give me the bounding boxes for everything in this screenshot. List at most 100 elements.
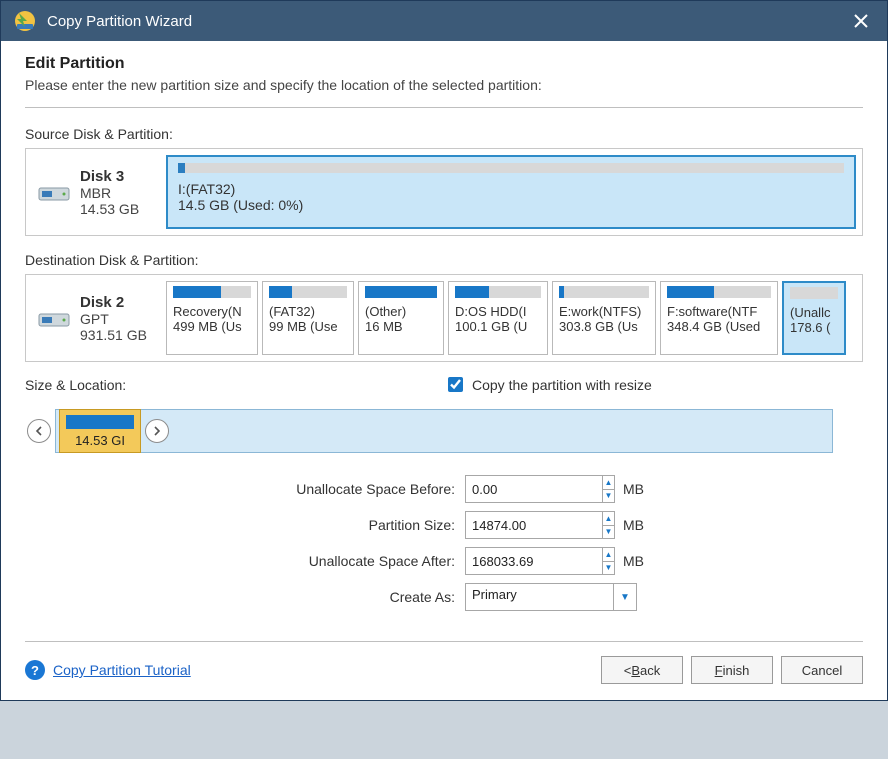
unalloc-before-field[interactable] (466, 476, 602, 502)
disk-icon (38, 180, 70, 204)
divider (25, 107, 863, 108)
partition-usage-bar (269, 286, 347, 298)
partition-usage-used (455, 286, 489, 298)
content-area: Edit Partition Please enter the new part… (1, 41, 887, 700)
slider-left-button[interactable] (27, 419, 51, 443)
copy-resize-input[interactable] (448, 377, 463, 392)
partition-size-field[interactable] (466, 512, 602, 538)
partition-size: 16 MB (365, 319, 437, 334)
destination-disk-name: Disk 2 (80, 294, 147, 311)
slider-right-button[interactable] (145, 419, 169, 443)
partition-label: D:OS HDD(I (455, 304, 541, 319)
partition-usage-used (667, 286, 714, 298)
source-partition-size: 14.5 GB (Used: 0%) (178, 197, 844, 213)
copy-resize-checkbox[interactable]: Copy the partition with resize (444, 374, 652, 395)
source-usage-used (178, 163, 185, 173)
source-label: Source Disk & Partition: (25, 126, 863, 142)
partition-label: (Other) (365, 304, 437, 319)
form-rows: Unallocate Space Before: ▲ ▼ MB Partitio… (25, 475, 863, 611)
unalloc-before-input[interactable]: ▲ ▼ (465, 475, 615, 503)
partition-usage-bar (455, 286, 541, 298)
destination-partition[interactable]: F:software(NTF348.4 GB (Used (660, 281, 778, 355)
destination-label: Destination Disk & Partition: (25, 252, 863, 268)
partition-label: (Unallc (790, 305, 838, 320)
destination-disk-info: Disk 2 GPT 931.51 GB (26, 275, 166, 361)
source-partition-label: I:(FAT32) (178, 181, 844, 197)
partition-usage-bar (173, 286, 251, 298)
unalloc-before-unit: MB (623, 481, 644, 497)
source-disk-type: MBR (80, 185, 139, 201)
unalloc-after-field[interactable] (466, 548, 602, 574)
spin-down-icon[interactable]: ▼ (603, 490, 614, 503)
spin-up-icon[interactable]: ▲ (603, 476, 614, 490)
disk-icon (38, 306, 70, 330)
help-icon[interactable]: ? (25, 660, 45, 680)
source-disk-info: Disk 3 MBR 14.53 GB (26, 149, 166, 235)
create-as-value: Primary (466, 584, 613, 610)
create-as-label: Create As: (25, 589, 465, 605)
create-as-select[interactable]: Primary ▼ (465, 583, 637, 611)
spin-down-icon[interactable]: ▼ (603, 562, 614, 575)
source-panel: Disk 3 MBR 14.53 GB I:(FAT32) 14.5 GB (U… (25, 148, 863, 236)
slider-handle[interactable]: 14.53 GI (59, 409, 141, 453)
source-usage-bar (178, 163, 844, 173)
partition-size: 348.4 GB (Used (667, 319, 771, 334)
partition-size: 303.8 GB (Us (559, 319, 649, 334)
unalloc-after-label: Unallocate Space After: (25, 553, 465, 569)
destination-disk-type: GPT (80, 311, 147, 327)
app-icon (13, 9, 37, 33)
wizard-window: Copy Partition Wizard Edit Partition Ple… (0, 0, 888, 701)
finish-button[interactable]: Finish (691, 656, 773, 684)
partition-label: Recovery(N (173, 304, 251, 319)
back-button[interactable]: < Back (601, 656, 683, 684)
partition-usage-bar (667, 286, 771, 298)
partition-label: (FAT32) (269, 304, 347, 319)
partition-usage-used (365, 286, 437, 298)
size-location-label: Size & Location: (25, 377, 444, 393)
destination-partition[interactable]: E:work(NTFS)303.8 GB (Us (552, 281, 656, 355)
partition-label: E:work(NTFS) (559, 304, 649, 319)
slider-handle-label: 14.53 GI (75, 433, 125, 448)
destination-partition[interactable]: Recovery(N499 MB (Us (166, 281, 258, 355)
destination-partitions: Recovery(N499 MB (Us(FAT32)99 MB (Use(Ot… (166, 275, 862, 361)
row-partition-size: Partition Size: ▲ ▼ MB (25, 511, 863, 539)
footer-divider (25, 641, 863, 642)
chevron-down-icon[interactable]: ▼ (613, 584, 636, 610)
page-subheading: Please enter the new partition size and … (25, 77, 863, 93)
partition-usage-used (269, 286, 292, 298)
destination-panel: Disk 2 GPT 931.51 GB Recovery(N499 MB (U… (25, 274, 863, 362)
destination-disk-size: 931.51 GB (80, 327, 147, 343)
help-link[interactable]: Copy Partition Tutorial (53, 662, 191, 678)
close-icon[interactable] (847, 7, 875, 35)
partition-size: 499 MB (Us (173, 319, 251, 334)
slider-handle-bar (66, 415, 134, 429)
spin-up-icon[interactable]: ▲ (603, 512, 614, 526)
page-heading: Edit Partition (25, 55, 863, 73)
spin-up-icon[interactable]: ▲ (603, 548, 614, 562)
row-unalloc-after: Unallocate Space After: ▲ ▼ MB (25, 547, 863, 575)
partition-usage-bar (559, 286, 649, 298)
cancel-button[interactable]: Cancel (781, 656, 863, 684)
partition-size-label: Partition Size: (25, 517, 465, 533)
destination-partition[interactable]: (Other)16 MB (358, 281, 444, 355)
row-unalloc-before: Unallocate Space Before: ▲ ▼ MB (25, 475, 863, 503)
destination-partition[interactable]: (FAT32)99 MB (Use (262, 281, 354, 355)
source-partition[interactable]: I:(FAT32) 14.5 GB (Used: 0%) (166, 155, 856, 229)
partition-size: 99 MB (Use (269, 319, 347, 334)
partition-slider[interactable]: 14.53 GI (25, 403, 863, 459)
spin-down-icon[interactable]: ▼ (603, 526, 614, 539)
partition-size-input[interactable]: ▲ ▼ (465, 511, 615, 539)
copy-resize-label: Copy the partition with resize (472, 377, 652, 393)
unalloc-before-label: Unallocate Space Before: (25, 481, 465, 497)
help-link-group: ? Copy Partition Tutorial (25, 660, 191, 680)
partition-size: 178.6 ( (790, 320, 838, 335)
unalloc-after-input[interactable]: ▲ ▼ (465, 547, 615, 575)
destination-partition[interactable]: (Unallc178.6 ( (782, 281, 846, 355)
size-location-row: Size & Location: Copy the partition with… (25, 374, 863, 395)
partition-label: F:software(NTF (667, 304, 771, 319)
destination-partition[interactable]: D:OS HDD(I100.1 GB (U (448, 281, 548, 355)
source-disk-name: Disk 3 (80, 168, 139, 185)
slider-track (55, 409, 833, 453)
window-title: Copy Partition Wizard (47, 13, 847, 30)
unalloc-after-unit: MB (623, 553, 644, 569)
